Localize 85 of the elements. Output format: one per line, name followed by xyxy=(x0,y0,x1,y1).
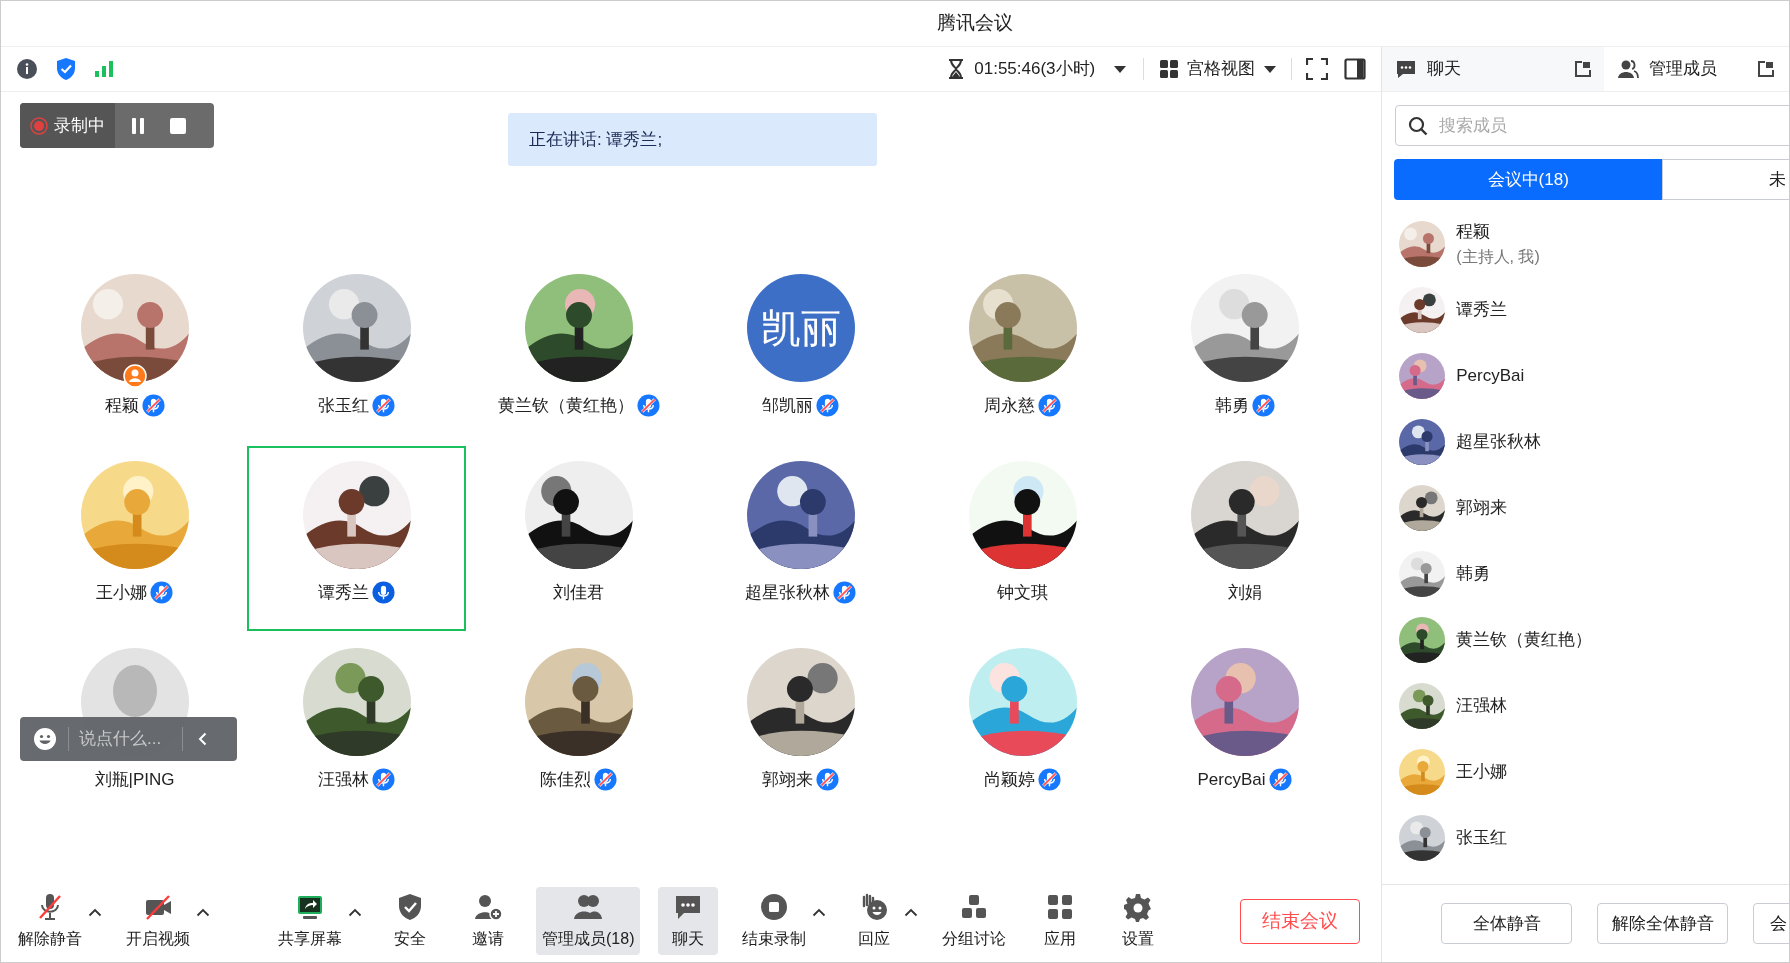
participant-name: 张玉红 xyxy=(318,395,369,417)
chat-input-field[interactable]: 说点什么... xyxy=(20,717,237,761)
grid-icon xyxy=(1159,59,1180,79)
member-tab[interactable]: 未 xyxy=(1662,159,1789,200)
popout-icon xyxy=(1574,60,1593,78)
panel-action-button[interactable]: 解除全体静音 xyxy=(1597,903,1729,944)
toolbar-button[interactable]: 解除静音 xyxy=(12,887,88,955)
settings-icon xyxy=(1123,891,1154,922)
toolbar-button[interactable]: 结束录制 xyxy=(736,887,813,955)
avatar-initials: 凯丽 xyxy=(746,274,855,382)
toolbar-button[interactable]: 应用 xyxy=(1030,887,1091,955)
chat-input[interactable]: 说点什么... xyxy=(79,726,179,752)
stop-icon xyxy=(759,891,790,922)
participant-name: 汪强林 xyxy=(318,769,369,791)
participant-name: 邹凯丽 xyxy=(762,395,813,417)
person-head-icon xyxy=(112,665,157,717)
member-name: 超星张秋林 xyxy=(1456,431,1542,454)
grid-view-button[interactable]: 宫格视图 xyxy=(1159,56,1278,82)
search-input[interactable]: 搜索成员 xyxy=(1439,112,1740,139)
panel-tab[interactable]: 管理成员 xyxy=(1604,47,1789,91)
fullscreen-icon[interactable] xyxy=(1306,58,1329,80)
people-icon xyxy=(1617,58,1640,80)
meeting-duration: 01:55:46(3小时) xyxy=(974,58,1096,81)
toolbar-button[interactable]: 安全 xyxy=(380,887,440,955)
stop-icon[interactable] xyxy=(169,116,187,135)
toolbar-button[interactable]: 回应 xyxy=(844,887,905,955)
caret-icon[interactable] xyxy=(1113,64,1128,74)
popout-icon xyxy=(1757,60,1776,78)
member-name: PercyBai xyxy=(1456,365,1525,388)
member-name: 汪强林 xyxy=(1456,695,1508,718)
member-name: 谭秀兰 xyxy=(1456,299,1508,322)
member-role: (主持人, 我) xyxy=(1456,246,1540,267)
caret-up-icon[interactable] xyxy=(348,908,362,917)
caret-icon xyxy=(1263,64,1278,74)
recording-status[interactable]: 录制中 xyxy=(20,103,115,148)
participant-name: 周永慈 xyxy=(984,395,1035,417)
toolbar-button[interactable]: 管理成员(18) xyxy=(536,887,641,955)
member-name: 郭翊来 xyxy=(1456,497,1508,520)
participant-name: 钟文琪 xyxy=(997,582,1048,604)
chevron-left-icon[interactable] xyxy=(198,732,207,746)
emoji-icon[interactable] xyxy=(33,727,57,751)
participant-name: 王小娜 xyxy=(96,582,147,604)
participant-name: 程颖 xyxy=(104,395,139,417)
participant-name: 尚颖婷 xyxy=(984,769,1035,791)
participant-name: 刘佳君 xyxy=(553,582,604,604)
participant-name: 刘瓶|PING xyxy=(94,769,175,791)
participant-name: 黄兰钦（黄红艳） xyxy=(497,395,634,417)
record-icon xyxy=(30,116,48,135)
search-icon xyxy=(1408,115,1429,136)
member-name: 张玉红 xyxy=(1456,827,1508,850)
member-name: 程颖 xyxy=(1456,221,1492,244)
participant-name: 郭翊来 xyxy=(762,769,813,791)
member-tab[interactable]: 会议中(18) xyxy=(1394,159,1663,200)
shield-icon[interactable] xyxy=(55,57,77,81)
member-name: 韩勇 xyxy=(1456,563,1491,586)
toolbar-button[interactable]: 共享屏幕 xyxy=(272,887,348,955)
toolbar-button[interactable]: 聊天 xyxy=(658,887,719,955)
toolbar-button[interactable]: 邀请 xyxy=(458,887,518,955)
info-icon[interactable] xyxy=(16,58,38,80)
participant-name: 谭秀兰 xyxy=(318,582,369,604)
toolbar-button[interactable]: 开启视频 xyxy=(120,887,196,955)
member-name: 黄兰钦（黄红艳） xyxy=(1456,629,1593,652)
pause-icon[interactable] xyxy=(129,116,147,135)
panel-tab[interactable]: 聊天 xyxy=(1382,47,1605,91)
toolbar-button[interactable]: 分组讨论 xyxy=(936,887,1013,955)
caret-up-icon[interactable] xyxy=(904,908,919,917)
panel-action-button[interactable]: 全体静音 xyxy=(1441,903,1573,944)
sidebar-icon[interactable] xyxy=(1344,58,1367,80)
chat-icon xyxy=(1395,58,1418,80)
selected-tile[interactable]: 谭秀兰 xyxy=(247,446,466,631)
participant-name: 韩勇 xyxy=(1214,395,1249,417)
participant-name: PercyBai xyxy=(1197,769,1266,791)
window-title: 腾讯会议 xyxy=(937,11,1013,36)
member-name: 王小娜 xyxy=(1456,761,1508,784)
participant-name: 刘娟 xyxy=(1227,582,1262,604)
caret-up-icon[interactable] xyxy=(88,908,102,917)
participant-name: 超星张秋林 xyxy=(745,582,830,604)
search-field[interactable]: 搜索成员 xyxy=(1395,105,1789,146)
caret-up-icon[interactable] xyxy=(196,908,210,917)
toolbar-button[interactable]: 设置 xyxy=(1108,887,1169,955)
speaking-banner: 正在讲话: 谭秀兰; xyxy=(508,113,877,166)
participant-name: 陈佳烈 xyxy=(540,769,591,791)
panel-action-button[interactable]: 会 xyxy=(1753,903,1789,944)
hourglass-icon xyxy=(948,59,965,79)
caret-up-icon[interactable] xyxy=(812,908,827,917)
